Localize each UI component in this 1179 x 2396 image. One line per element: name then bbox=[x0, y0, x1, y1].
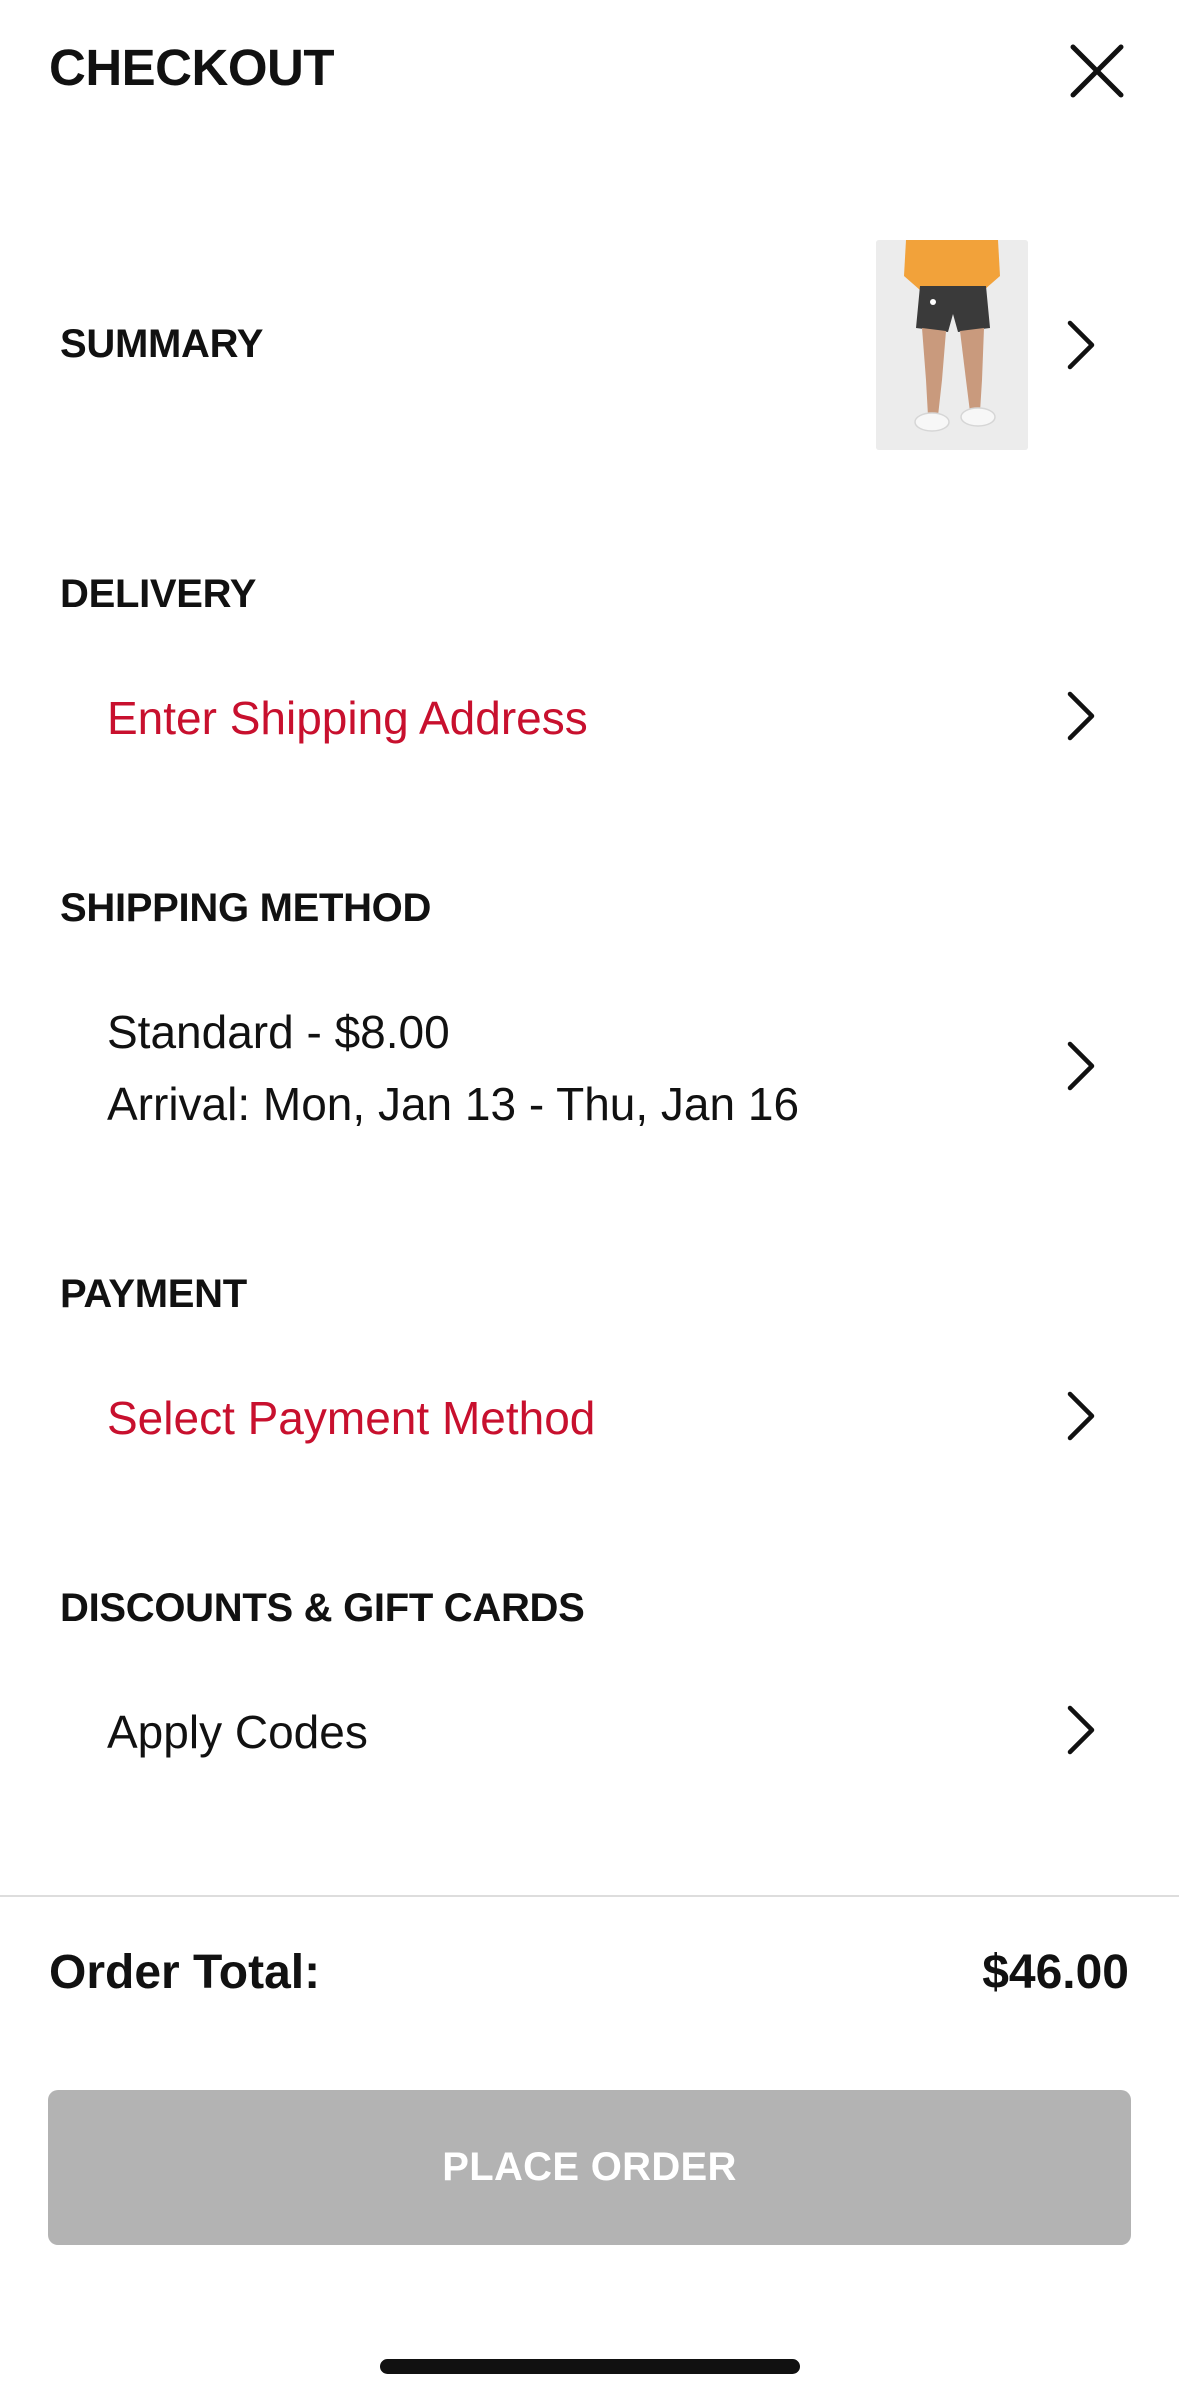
delivery-heading: DELIVERY bbox=[60, 572, 257, 616]
chevron-right-icon bbox=[1067, 320, 1095, 370]
select-payment-method-link[interactable]: Select Payment Method bbox=[107, 1382, 595, 1454]
summary-chevron[interactable] bbox=[1058, 313, 1102, 377]
order-total-label: Order Total: bbox=[49, 1946, 321, 1999]
chevron-right-icon bbox=[1067, 1041, 1095, 1091]
chevron-right-icon bbox=[1067, 1391, 1095, 1441]
enter-shipping-address-link[interactable]: Enter Shipping Address bbox=[107, 682, 588, 754]
close-icon bbox=[1070, 44, 1124, 98]
discounts-heading: DISCOUNTS & GIFT CARDS bbox=[60, 1586, 585, 1630]
apply-codes-link[interactable]: Apply Codes bbox=[107, 1696, 368, 1768]
product-image bbox=[876, 240, 1028, 450]
chevron-right-icon bbox=[1067, 691, 1095, 741]
summary-heading: SUMMARY bbox=[60, 322, 264, 366]
shipping-arrival-window: Arrival: Mon, Jan 13 - Thu, Jan 16 bbox=[107, 1078, 800, 1130]
shipping-method-price: Standard - $8.00 bbox=[107, 1006, 450, 1058]
place-order-button[interactable]: PLACE ORDER bbox=[48, 2090, 1131, 2245]
delivery-chevron[interactable] bbox=[1058, 684, 1102, 748]
chevron-right-icon bbox=[1067, 1705, 1095, 1755]
shipping-method-chevron[interactable] bbox=[1058, 1034, 1102, 1098]
order-total-value: $46.00 bbox=[982, 1946, 1129, 1999]
discounts-chevron[interactable] bbox=[1058, 1698, 1102, 1762]
payment-chevron[interactable] bbox=[1058, 1384, 1102, 1448]
payment-heading: PAYMENT bbox=[60, 1272, 247, 1316]
home-indicator[interactable] bbox=[380, 2359, 800, 2374]
close-button[interactable] bbox=[1060, 34, 1134, 108]
shipping-method-heading: SHIPPING METHOD bbox=[60, 886, 432, 930]
page-title: CHECKOUT bbox=[49, 39, 335, 96]
footer-divider bbox=[0, 1895, 1179, 1897]
shipping-method-option[interactable]: Standard - $8.00 Arrival: Mon, Jan 13 - … bbox=[107, 996, 799, 1140]
product-thumbnail[interactable] bbox=[876, 240, 1028, 450]
